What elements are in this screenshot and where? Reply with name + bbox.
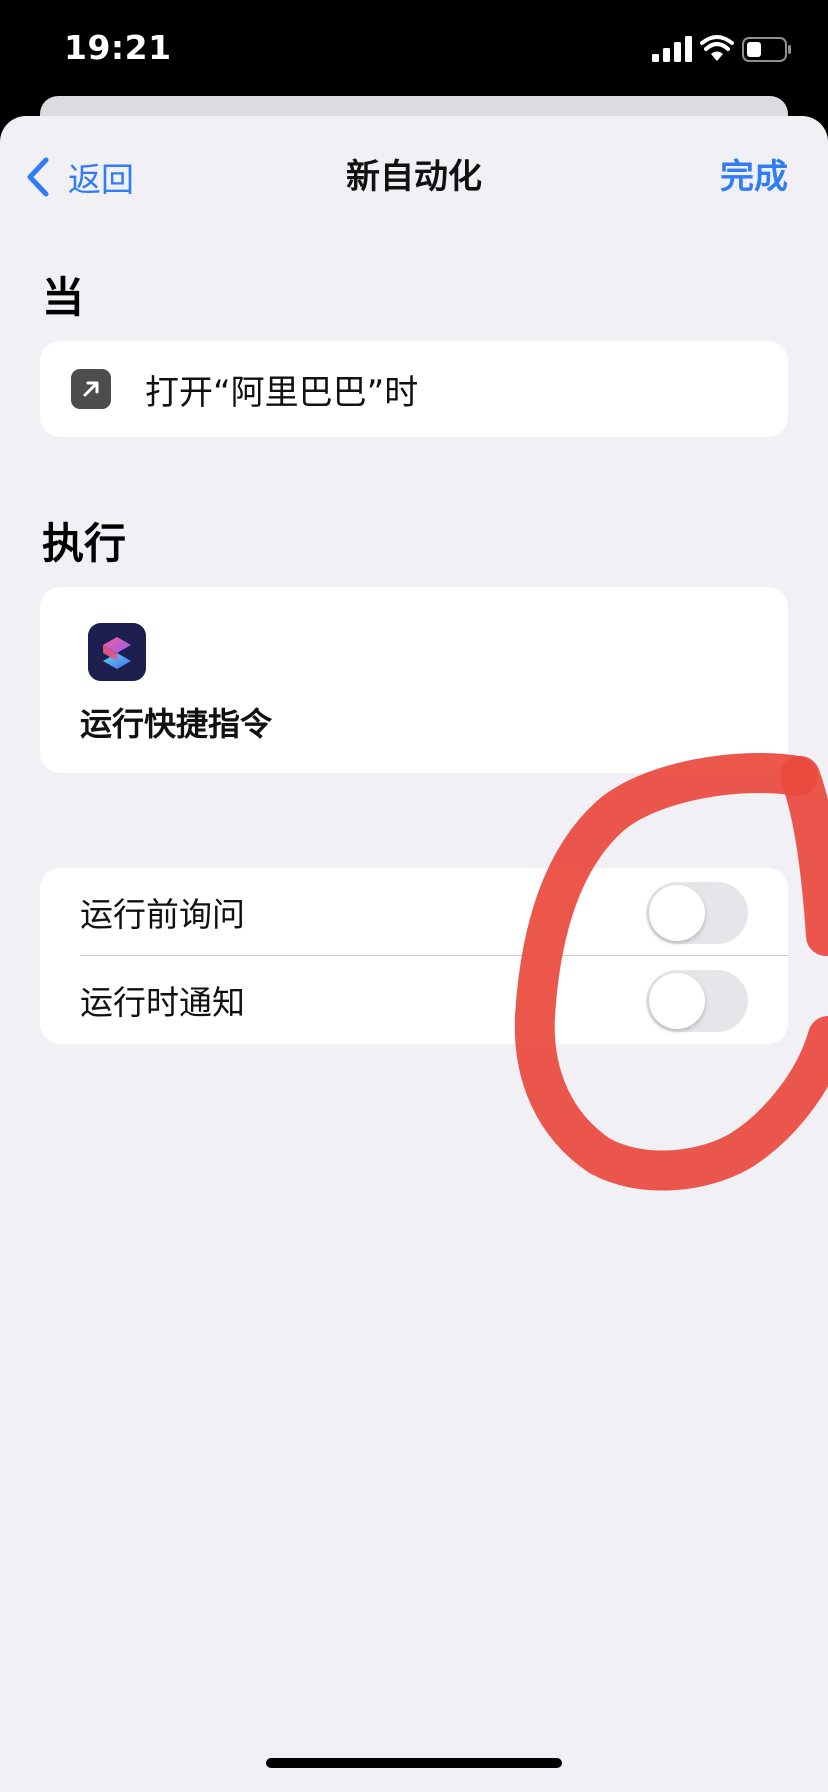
shortcuts-icon [88,623,146,681]
trigger-text: 打开“阿里巴巴”时 [145,372,419,413]
action-label: 运行快捷指令 [80,705,273,743]
done-button[interactable]: 完成 [720,152,788,202]
do-heading: 执行 [42,519,127,568]
when-heading: 当 [42,273,85,322]
trigger-card[interactable]: 打开“阿里巴巴”时 [40,341,788,437]
option-label-ask: 运行前询问 [80,895,245,934]
home-indicator [266,1758,562,1768]
status-time: 19:21 [64,28,172,67]
options-card: 运行前询问 运行时通知 [40,868,788,1044]
page-title: 新自动化 [346,157,482,197]
open-app-icon [71,369,111,409]
ask-before-running-toggle[interactable] [646,882,748,944]
battery-icon [742,37,791,62]
wifi-icon [700,35,734,61]
action-card[interactable]: 运行快捷指令 [40,587,788,773]
status-bar: 19:21 [0,0,828,100]
option-row-ask: 运行前询问 [40,868,788,956]
toggle-knob [649,973,705,1029]
notify-when-run-toggle[interactable] [646,970,748,1032]
toggle-knob [649,885,705,941]
option-row-notify: 运行时通知 [40,956,788,1044]
trigger-row[interactable]: 打开“阿里巴巴”时 [40,341,788,437]
automation-sheet: 返回 新自动化 完成 当 打开“阿里巴巴”时 执行 运行快捷指令 运行前询问 运… [0,116,828,1792]
option-label-notify: 运行时通知 [80,983,245,1022]
signal-icon [652,36,692,62]
